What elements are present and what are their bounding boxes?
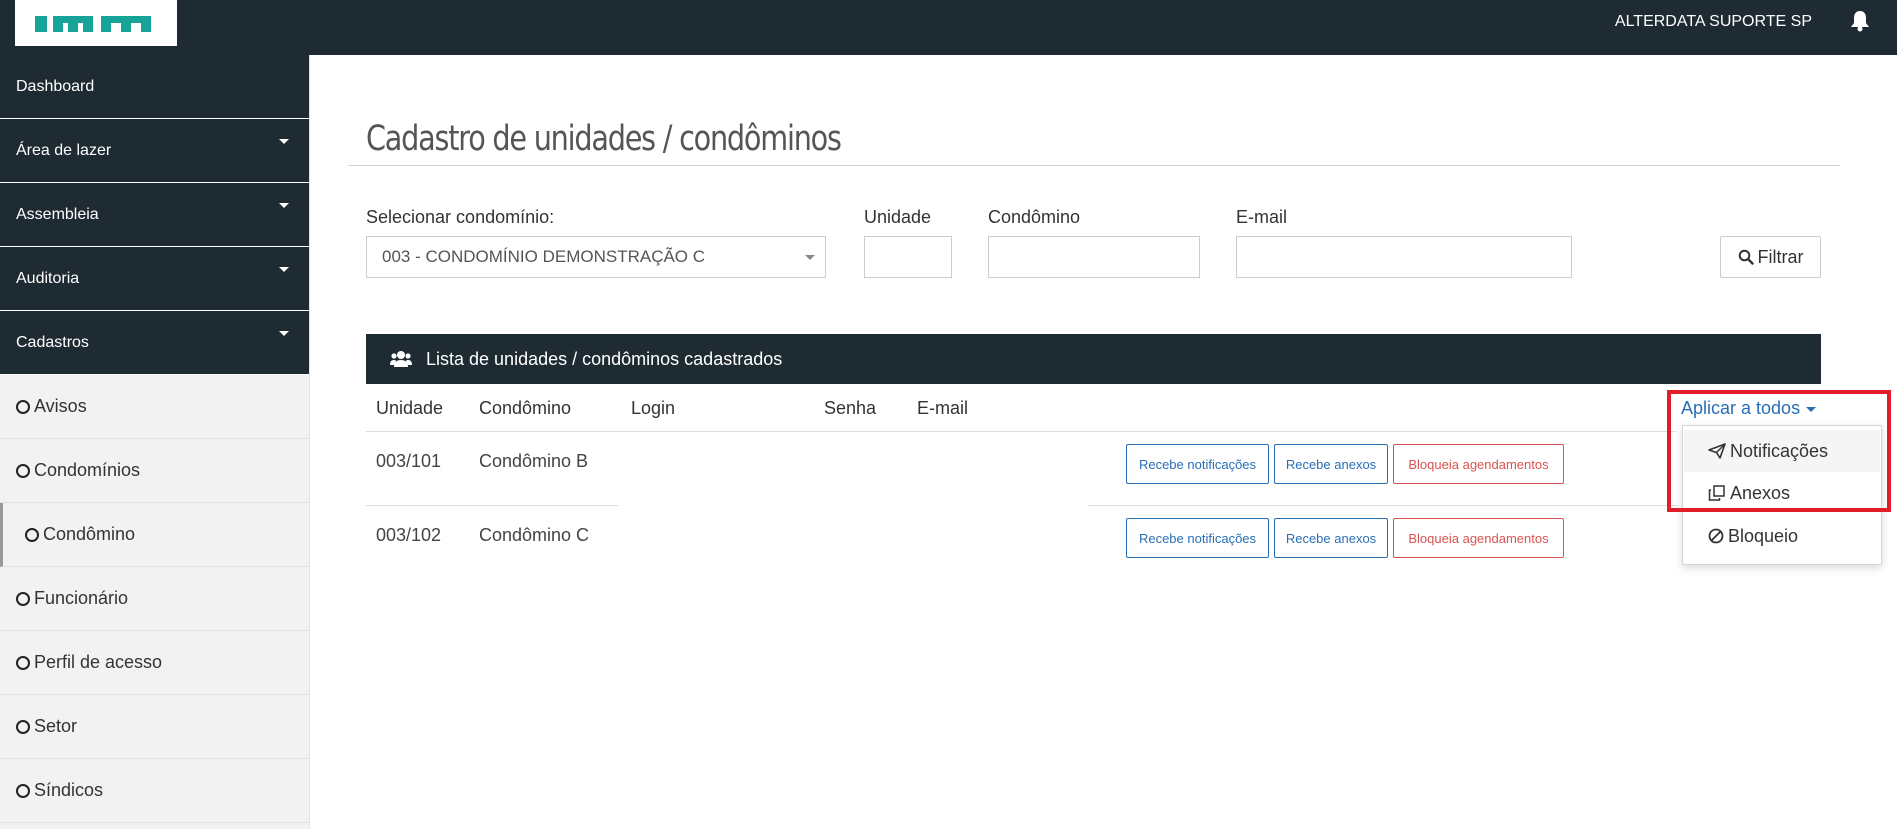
filter-button[interactable]: Filtrar bbox=[1720, 236, 1821, 278]
row-2-receive-attachments-button[interactable]: Recebe anexos bbox=[1274, 518, 1388, 558]
circle-icon bbox=[16, 463, 30, 478]
sidebar-subitem-label: Funcionário bbox=[34, 588, 129, 608]
search-icon bbox=[1738, 249, 1754, 265]
circle-icon bbox=[16, 591, 30, 606]
sidebar-subitem-label: Condômino bbox=[43, 524, 136, 544]
row-2-block-scheduling-button[interactable]: Bloqueia agendamentos bbox=[1393, 518, 1564, 558]
select-condominio-label: Selecionar condomínio: bbox=[366, 207, 555, 227]
logo[interactable] bbox=[15, 0, 177, 46]
sidebar-item-assembleia[interactable]: Assembleia bbox=[0, 183, 309, 247]
ban-icon bbox=[1708, 528, 1724, 544]
column-header-email: E-mail bbox=[917, 398, 969, 418]
column-header-condomino: Condômino bbox=[479, 398, 572, 418]
row-1-block-scheduling-button[interactable]: Bloqueia agendamentos bbox=[1393, 444, 1564, 484]
sidebar-subitem-label: Síndicos bbox=[34, 780, 104, 800]
column-header-login: Login bbox=[631, 398, 676, 418]
im-logo-icon bbox=[35, 16, 151, 32]
sidebar-subitem-sindicos[interactable]: Síndicos bbox=[0, 759, 309, 823]
condominio-select[interactable]: 003 - CONDOMÍNIO DEMONSTRAÇÃO C bbox=[366, 236, 826, 278]
circle-icon bbox=[16, 399, 30, 414]
users-icon bbox=[390, 351, 412, 367]
user-name[interactable]: ALTERDATA SUPORTE SP bbox=[1615, 12, 1812, 32]
sidebar-item-dashboard[interactable]: Dashboard bbox=[0, 55, 309, 119]
row-2-condomino: Condômino C bbox=[479, 525, 590, 545]
row-1-receive-notifications-button[interactable]: Recebe notificações bbox=[1126, 444, 1269, 484]
unidade-label: Unidade bbox=[864, 207, 932, 227]
sidebar-subitem-perfil-de-acesso[interactable]: Perfil de acesso bbox=[0, 631, 309, 695]
sidebar-item-label: Dashboard bbox=[16, 77, 95, 95]
caret-down-icon bbox=[279, 331, 289, 336]
caret-down-icon bbox=[279, 203, 289, 208]
sidebar-subitem-label: Condomínios bbox=[34, 460, 141, 480]
circle-icon bbox=[16, 655, 30, 670]
chevron-down-icon bbox=[805, 255, 815, 260]
row-divider bbox=[1088, 505, 1678, 506]
row-1-receive-attachments-button[interactable]: Recebe anexos bbox=[1274, 444, 1388, 484]
sidebar-item-label: Auditoria bbox=[16, 269, 80, 287]
list-panel-header: Lista de unidades / condôminos cadastrad… bbox=[366, 334, 1821, 384]
column-header-senha: Senha bbox=[824, 398, 877, 418]
menu-item-label: Bloqueio bbox=[1728, 525, 1799, 546]
circle-icon bbox=[25, 527, 39, 542]
sidebar-subitem-condominios[interactable]: Condomínios bbox=[0, 439, 309, 503]
email-label: E-mail bbox=[1236, 207, 1288, 227]
sidebar-item-label: Assembleia bbox=[16, 205, 99, 223]
sidebar: Dashboard Área de lazer Assembleia Audit… bbox=[0, 55, 310, 829]
row-2-unidade: 003/102 bbox=[376, 525, 442, 545]
unidade-input[interactable] bbox=[864, 236, 952, 278]
condomino-label: Condômino bbox=[988, 207, 1081, 227]
sidebar-item-auditoria[interactable]: Auditoria bbox=[0, 247, 309, 311]
email-input[interactable] bbox=[1236, 236, 1572, 278]
sidebar-subitem-label: Setor bbox=[34, 716, 78, 736]
title-divider bbox=[348, 165, 1840, 166]
bell-icon[interactable] bbox=[1850, 10, 1870, 37]
highlight-annotation bbox=[1667, 390, 1891, 512]
sidebar-subitem-condomino[interactable]: Condômino bbox=[0, 503, 309, 567]
circle-icon bbox=[16, 783, 30, 798]
top-bar: ALTERDATA SUPORTE SP bbox=[0, 0, 1897, 55]
sidebar-item-cadastros[interactable]: Cadastros bbox=[0, 311, 309, 375]
sidebar-item-area-de-lazer[interactable]: Área de lazer bbox=[0, 119, 309, 183]
column-header-unidade: Unidade bbox=[376, 398, 444, 418]
sidebar-item-label: Área de lazer bbox=[16, 141, 112, 159]
caret-down-icon bbox=[279, 267, 289, 272]
sidebar-subitem-avisos[interactable]: Avisos bbox=[0, 375, 309, 439]
caret-down-icon bbox=[279, 139, 289, 144]
circle-icon bbox=[16, 719, 30, 734]
row-2-receive-notifications-button[interactable]: Recebe notificações bbox=[1126, 518, 1269, 558]
sidebar-subitem-funcionario[interactable]: Funcionário bbox=[0, 567, 309, 631]
list-panel-title: Lista de unidades / condôminos cadastrad… bbox=[426, 348, 783, 369]
row-divider bbox=[366, 505, 618, 506]
condomino-input[interactable] bbox=[988, 236, 1200, 278]
page-title: Cadastro de unidades / condôminos bbox=[366, 119, 842, 159]
table-header-divider bbox=[366, 431, 1676, 432]
filter-button-label: Filtrar bbox=[1757, 246, 1804, 267]
row-1-unidade: 003/101 bbox=[376, 451, 442, 471]
sidebar-subitem-label: Avisos bbox=[34, 396, 87, 416]
sidebar-subitem-label: Perfil de acesso bbox=[34, 652, 163, 672]
menu-item-bloqueio[interactable]: Bloqueio bbox=[1684, 515, 1880, 557]
sidebar-item-label: Cadastros bbox=[16, 333, 89, 351]
sidebar-subitem-setor[interactable]: Setor bbox=[0, 695, 309, 759]
row-1-condomino: Condômino B bbox=[479, 451, 589, 471]
condominio-select-value: 003 - CONDOMÍNIO DEMONSTRAÇÃO C bbox=[382, 247, 706, 266]
